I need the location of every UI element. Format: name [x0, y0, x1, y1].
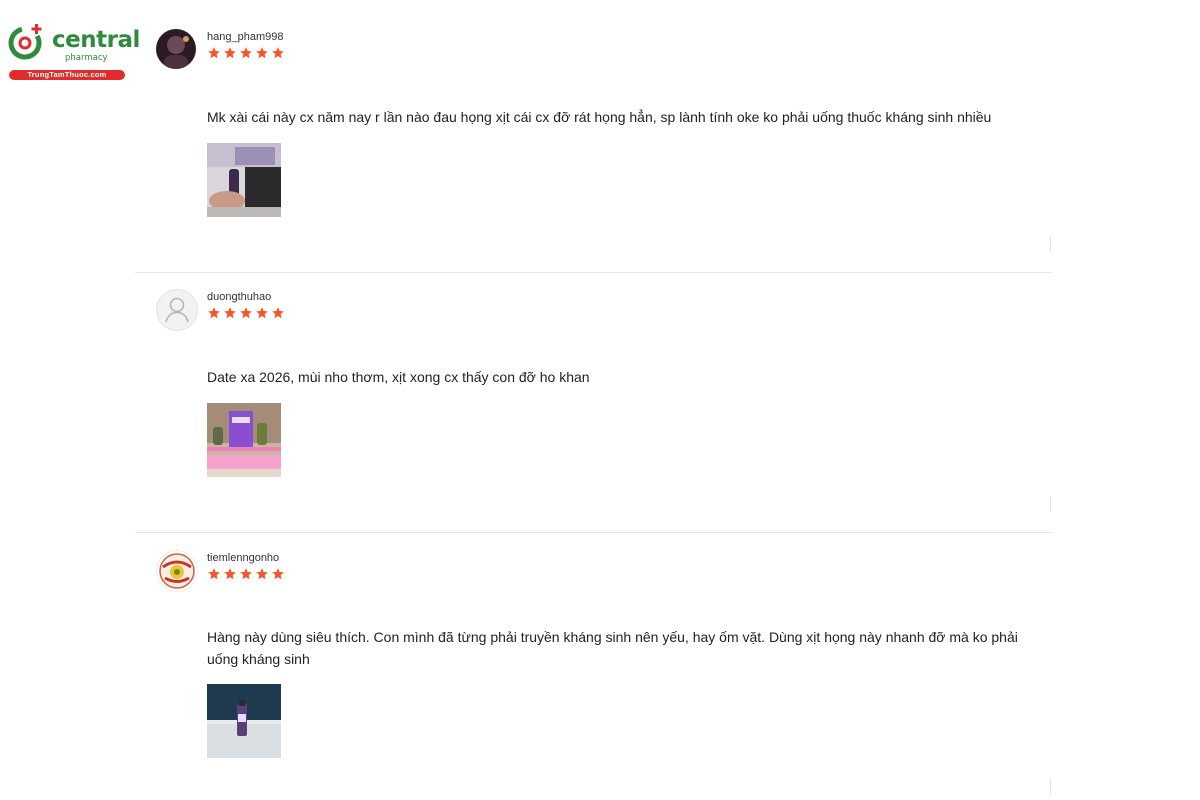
review-page: central pharmacy TrungTamThuoc.com hang_… [0, 0, 1200, 800]
review-comment: Hàng này dùng siêu thích. Con mình đã từ… [207, 629, 1018, 667]
default-user-icon[interactable] [156, 289, 198, 331]
star-rating [207, 567, 285, 583]
logo-wordmark: central [52, 27, 140, 53]
review-divider [135, 272, 1051, 273]
review-photo[interactable] [207, 143, 281, 217]
star-icon [256, 47, 268, 59]
user-photo-avatar[interactable] [156, 29, 196, 69]
review-comment: Mk xài cái này cx năm nay r lần nào đau … [207, 109, 992, 125]
logo-site-bar: TrungTamThuoc.com [9, 70, 125, 80]
star-icon [224, 568, 236, 580]
star-rating [207, 306, 285, 322]
star-icon [240, 47, 252, 59]
review-item: duongthuhao Date xa 2026, mùi nho thơm, … [135, 289, 1051, 512]
star-icon [256, 307, 268, 319]
star-icon [272, 47, 284, 59]
divider-tick [1050, 778, 1051, 794]
review-username[interactable]: tiemlenngonho [207, 552, 279, 565]
logo-mark-icon [8, 24, 42, 60]
review-item: tiemlenngonho Hàng này dùng siêu thích. … [135, 550, 1051, 794]
divider-tick [1050, 496, 1051, 512]
logo-subtitle: pharmacy [65, 53, 108, 63]
star-icon [272, 568, 284, 580]
review-divider [135, 532, 1051, 533]
star-icon [240, 307, 252, 319]
divider-tick [1050, 236, 1051, 252]
star-icon [208, 47, 220, 59]
review-item: hang_pham998 Mk xài cái này cx năm nay r… [135, 29, 1051, 252]
star-icon [224, 307, 236, 319]
star-icon [256, 568, 268, 580]
review-photo[interactable] [207, 403, 281, 477]
shop-badge-avatar[interactable] [156, 550, 198, 592]
star-icon [208, 307, 220, 319]
review-username[interactable]: duongthuhao [207, 291, 271, 304]
star-icon [240, 568, 252, 580]
central-pharmacy-logo[interactable]: central pharmacy TrungTamThuoc.com [7, 22, 140, 82]
review-photo[interactable] [207, 684, 281, 758]
star-icon [224, 47, 236, 59]
review-username[interactable]: hang_pham998 [207, 31, 283, 44]
review-comment: Date xa 2026, mùi nho thơm, xịt xong cx … [207, 369, 590, 385]
star-icon [208, 568, 220, 580]
star-icon [272, 307, 284, 319]
star-rating [207, 46, 285, 62]
